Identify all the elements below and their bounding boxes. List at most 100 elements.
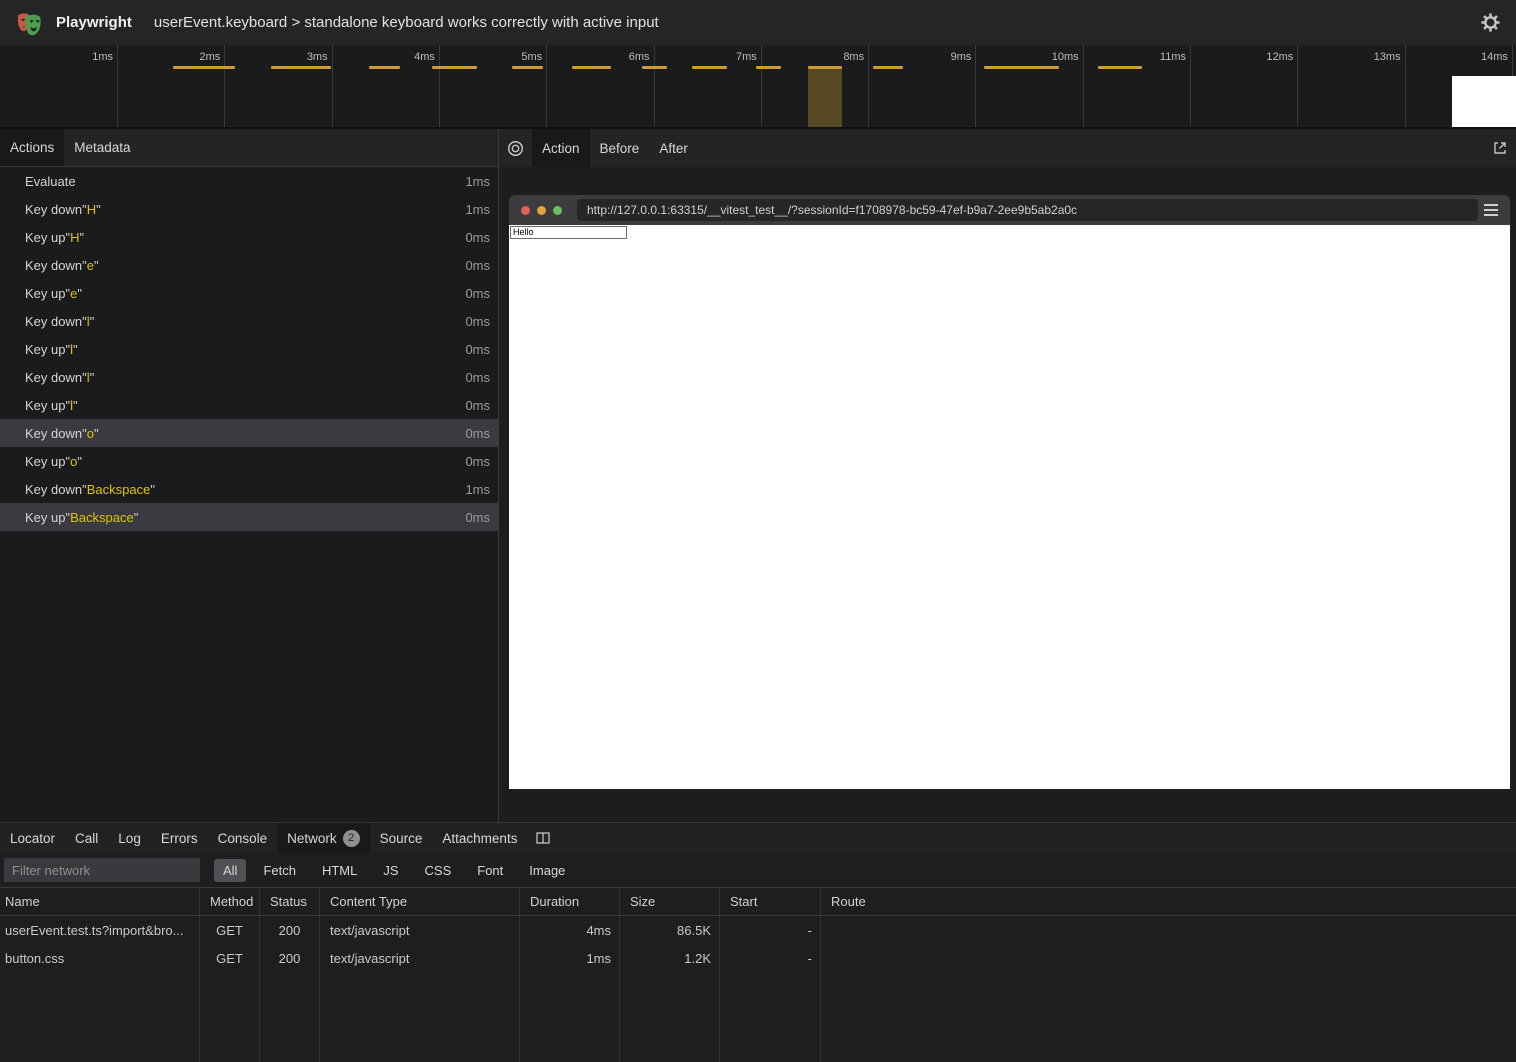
tab-metadata[interactable]: Metadata [64, 129, 140, 166]
timeline-gridline [332, 45, 333, 127]
tab-network[interactable]: Network2 [277, 823, 370, 853]
timeline-tick-label: 3ms [270, 51, 328, 63]
network-cell[interactable]: 200 [260, 944, 320, 972]
tab-errors[interactable]: Errors [151, 823, 208, 853]
pick-locator-target-icon[interactable] [499, 129, 532, 167]
tab-call[interactable]: Call [65, 823, 108, 853]
network-cell[interactable]: GET [200, 916, 260, 944]
tab-before-label: Before [600, 141, 640, 156]
timeline-action-bar[interactable] [369, 66, 400, 69]
action-label: Key up [25, 342, 65, 357]
tab-actions[interactable]: Actions [0, 129, 64, 166]
action-key-value: H [70, 230, 79, 245]
action-key-quote: " [94, 426, 99, 441]
action-duration: 0ms [465, 426, 490, 441]
network-cell[interactable]: text/javascript [320, 944, 520, 972]
tab-log[interactable]: Log [108, 823, 151, 853]
network-cell[interactable]: button.css [0, 944, 200, 972]
network-cell[interactable]: 1.2K [620, 944, 720, 972]
page-text-input[interactable]: Hello [510, 226, 627, 239]
popout-snapshot-icon[interactable] [1484, 129, 1516, 167]
network-cell[interactable]: 4ms [520, 916, 620, 944]
timeline-action-bar[interactable] [432, 66, 477, 69]
network-cell[interactable]: text/javascript [320, 916, 520, 944]
action-row[interactable]: Key down "l"0ms [0, 363, 498, 391]
tab-locator-label: Locator [10, 831, 55, 846]
action-key-value: e [70, 286, 77, 301]
timeline-action-bar[interactable] [1098, 66, 1142, 69]
action-row[interactable]: Key up "l"0ms [0, 391, 498, 419]
network-cell[interactable]: - [720, 944, 821, 972]
settings-gear-icon[interactable] [1478, 11, 1502, 35]
action-key-quote: " [73, 342, 78, 357]
tab-after[interactable]: After [649, 129, 698, 167]
actions-panel: Actions Metadata Evaluate1msKey down "H"1… [0, 129, 499, 822]
traffic-light-zoom-icon [553, 206, 562, 215]
filter-all[interactable]: All [214, 859, 246, 882]
network-cell[interactable]: 1ms [520, 944, 620, 972]
action-key-value: Backspace [87, 482, 151, 497]
action-duration: 0ms [465, 286, 490, 301]
timeline-action-bar[interactable] [512, 66, 543, 69]
timeline-action-bar[interactable] [271, 66, 331, 69]
action-row[interactable]: Key up "Backspace"0ms [0, 503, 498, 531]
network-cell[interactable]: GET [200, 944, 260, 972]
timeline-action-bar[interactable] [173, 66, 235, 69]
timeline-action-bar[interactable] [572, 66, 611, 69]
tab-source[interactable]: Source [370, 823, 433, 853]
timeline-strip[interactable]: 1ms2ms3ms4ms5ms6ms7ms8ms9ms10ms11ms12ms1… [0, 45, 1516, 129]
action-key-quote: " [150, 482, 155, 497]
filter-font[interactable]: Font [468, 859, 512, 882]
tab-metadata-label: Metadata [74, 140, 130, 155]
filter-html[interactable]: HTML [313, 859, 366, 882]
network-cell[interactable]: userEvent.test.ts?import&bro... [0, 916, 200, 944]
network-filler-cell [821, 972, 1516, 1062]
action-row[interactable]: Key down "Backspace"1ms [0, 475, 498, 503]
network-cell[interactable]: 86.5K [620, 916, 720, 944]
action-label: Key up [25, 454, 65, 469]
tab-attachments[interactable]: Attachments [432, 823, 527, 853]
tab-console[interactable]: Console [208, 823, 278, 853]
filter-image[interactable]: Image [520, 859, 574, 882]
tab-call-label: Call [75, 831, 98, 846]
network-column-header: Method [200, 887, 260, 916]
action-row[interactable]: Key down "o"0ms [0, 419, 498, 447]
action-row[interactable]: Key up "l"0ms [0, 335, 498, 363]
network-cell[interactable] [821, 944, 1516, 972]
tab-action[interactable]: Action [532, 129, 590, 167]
timeline-screenshot-thumbnail[interactable] [1452, 76, 1516, 127]
action-row[interactable]: Key down "l"0ms [0, 307, 498, 335]
toggle-sidebar-layout-icon[interactable] [527, 823, 559, 853]
network-filter-input[interactable] [4, 858, 200, 882]
network-filler-cell [260, 972, 320, 1062]
timeline-gridline [1083, 45, 1084, 127]
timeline-selected-range[interactable] [808, 69, 842, 127]
timeline-action-bar[interactable] [692, 66, 727, 69]
tab-before[interactable]: Before [590, 129, 650, 167]
action-duration: 0ms [465, 342, 490, 357]
timeline-action-bar[interactable] [756, 66, 781, 69]
filter-js[interactable]: JS [374, 859, 407, 882]
timeline-action-bar[interactable] [873, 66, 903, 69]
filter-fetch[interactable]: Fetch [254, 859, 305, 882]
network-cell[interactable]: 200 [260, 916, 320, 944]
action-row[interactable]: Key down "H"1ms [0, 195, 498, 223]
action-row[interactable]: Key down "e"0ms [0, 251, 498, 279]
timeline-action-bar[interactable] [984, 66, 1059, 69]
action-row[interactable]: Evaluate1ms [0, 167, 498, 195]
timeline-gridline [117, 45, 118, 127]
filter-css[interactable]: CSS [416, 859, 461, 882]
action-row[interactable]: Key up "H"0ms [0, 223, 498, 251]
timeline-tick-label: 1ms [55, 51, 113, 63]
action-label: Key down [25, 482, 82, 497]
traffic-light-close-icon [521, 206, 530, 215]
timeline-action-bar[interactable] [808, 66, 842, 69]
network-cell[interactable]: - [720, 916, 821, 944]
network-cell[interactable] [821, 916, 1516, 944]
action-row[interactable]: Key up "o"0ms [0, 447, 498, 475]
action-label: Key up [25, 510, 65, 525]
tab-locator[interactable]: Locator [0, 823, 65, 853]
action-row[interactable]: Key up "e"0ms [0, 279, 498, 307]
timeline-action-bar[interactable] [642, 66, 667, 69]
action-duration: 0ms [465, 258, 490, 273]
